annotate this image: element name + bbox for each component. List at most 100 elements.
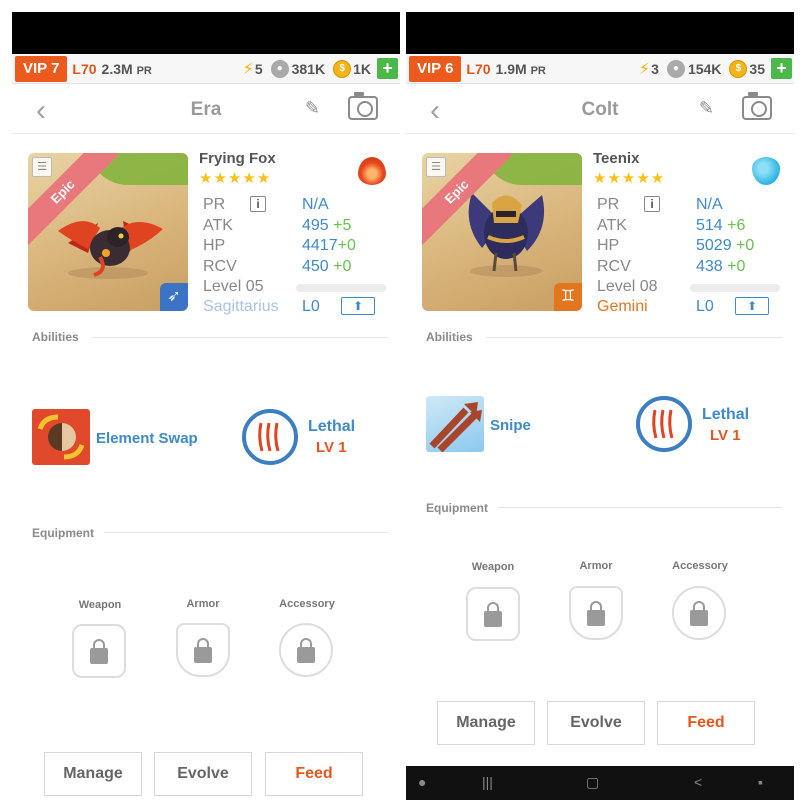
recents-icon[interactable]: ||| [482,774,493,790]
star-rating: ★★★★★ [593,170,666,187]
monster-portrait[interactable]: Epic ☰ ➶ [28,153,188,311]
xp-bar [690,284,780,292]
accessory-slot-label: Accessory [279,598,335,610]
stat-value-atk: 495 +5 [302,217,352,234]
stat-label-pr: PR [203,196,226,213]
divider [498,507,782,508]
stat-value-pr: N/A [696,196,723,213]
info-icon[interactable]: i [644,196,660,212]
back-nav-icon[interactable]: < [694,774,702,790]
zodiac-name: Gemini [597,298,648,315]
accessory-slot[interactable] [279,623,333,677]
snipe-icon[interactable] [426,396,484,453]
armor-slot[interactable] [569,586,623,640]
stat-label-hp: HP [597,237,620,254]
lock-icon [484,602,502,627]
active-ability-name[interactable]: Snipe [490,417,531,434]
resource-bar: VIP 6 L70 1.9M PR ⚡ 3 ● 154K $ 35 + [406,54,794,84]
zodiac-upgrade-button[interactable]: ⬆ [735,297,769,315]
player-level: L70 [466,60,491,77]
keyboard-icon[interactable]: ▪ [758,774,763,790]
divider [104,532,388,533]
home-icon[interactable]: ▢ [586,774,599,791]
menu-icon[interactable]: ☰ [32,157,52,177]
vip-badge[interactable]: VIP 7 [15,55,68,82]
feed-button[interactable]: Feed [657,701,755,745]
page-title: Era [190,99,222,120]
monster-detail-screen-right: VIP 6 L70 1.9M PR ⚡ 3 ● 154K $ 35 + ‹ Co… [406,0,794,800]
player-power: 1.9M PR [495,60,546,77]
coin-icon: $ [333,59,352,78]
monster-portrait[interactable]: Epic ☰ ♊ [422,153,582,311]
feed-button[interactable]: Feed [265,752,363,796]
menu-icon[interactable]: ☰ [426,157,446,177]
passive-ability-name: Lethal [308,418,356,435]
energy-count: 3 [651,60,659,77]
stat-value-rcv: 438 +0 [696,258,746,275]
stat-value-rcv: 450 +0 [302,258,352,275]
weapon-slot[interactable] [72,624,126,678]
accessory-slot-label: Accessory [672,560,728,572]
energy-icon: ⚡ [638,60,651,78]
armor-slot-label: Armor [579,560,613,572]
lethal-claw-icon[interactable] [636,396,692,452]
vip-badge[interactable]: VIP 6 [409,55,462,82]
info-icon[interactable]: i [250,196,266,212]
notch-area [12,12,400,54]
evolve-button[interactable]: Evolve [547,701,645,745]
evolve-button[interactable]: Evolve [154,752,252,796]
element-swap-icon[interactable] [32,409,90,465]
abilities-label: Abilities [426,330,473,344]
android-navigation-bar: ● ||| ▢ < ▪ [406,766,794,800]
energy-count: 5 [254,60,263,77]
stat-label-pr: PR [597,196,620,213]
armor-slot-label: Armor [186,598,220,610]
paw-count: 381K [291,60,326,77]
coin-icon: $ [729,59,748,78]
passive-ability-level: LV 1 [316,439,347,456]
paw-count: 154K [687,60,722,77]
accessory-slot[interactable] [672,586,726,640]
gemini-icon: ♊ [554,283,582,311]
monster-level: Level 05 [203,278,264,295]
weapon-slot[interactable] [466,587,520,641]
lock-icon [297,638,315,663]
xp-bar [296,284,386,292]
camera-icon[interactable] [742,92,772,120]
edit-icon[interactable]: ✎ [699,98,714,119]
coin-count: 35 [749,60,765,77]
divider [92,337,388,338]
zodiac-upgrade-button[interactable]: ⬆ [341,297,375,315]
lock-icon [690,601,708,626]
active-ability-name[interactable]: Element Swap [96,430,198,447]
assistant-icon[interactable]: ● [418,774,426,790]
lethal-claw-icon[interactable] [242,409,298,465]
monster-level: Level 08 [597,278,658,295]
stat-value-hp: 5029 +0 [696,237,755,254]
player-level: L70 [72,60,97,77]
stat-label-hp: HP [203,237,226,254]
passive-ability-level: LV 1 [710,427,741,444]
monster-name: Frying Fox [199,150,276,167]
zodiac-level: L0 [696,298,714,315]
add-currency-button[interactable]: + [771,58,792,79]
sagittarius-icon: ➶ [160,283,188,311]
passive-ability-name: Lethal [702,406,750,423]
stat-value-pr: N/A [302,196,329,213]
camera-icon[interactable] [348,92,378,120]
monster-detail-screen-left: VIP 7 L70 2.3M PR ⚡ 5 ● 381K $ 1K + ‹ Er… [12,0,400,800]
fire-element-icon [358,157,386,185]
zodiac-name: Sagittarius [203,298,279,315]
equipment-label: Equipment [32,526,94,540]
armor-slot[interactable] [176,623,230,677]
paw-icon: ● [666,59,685,78]
star-rating: ★★★★★ [199,170,272,187]
edit-icon[interactable]: ✎ [305,98,320,119]
player-power: 2.3M PR [101,60,152,77]
manage-button[interactable]: Manage [437,701,535,745]
notch-area [406,12,794,54]
manage-button[interactable]: Manage [44,752,142,796]
page-title: Colt [581,99,619,120]
add-currency-button[interactable]: + [377,58,398,79]
lock-icon [587,601,605,626]
